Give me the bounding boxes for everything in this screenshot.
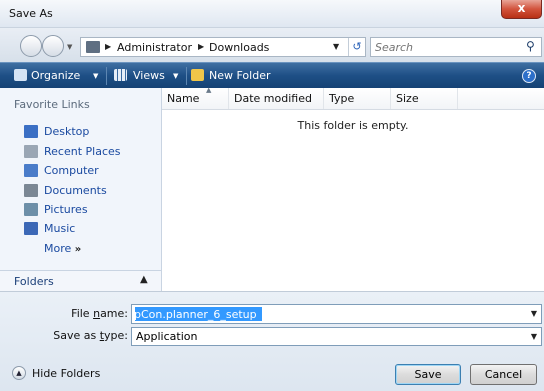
sidebar-item-label: Documents — [44, 184, 107, 197]
sidebar-item-computer[interactable]: Computer — [0, 161, 161, 181]
sidebar-item-documents[interactable]: Documents — [0, 181, 161, 201]
breadcrumb-arrow-icon[interactable]: ▶ — [198, 42, 204, 51]
more-link[interactable]: More » — [44, 242, 81, 255]
breadcrumb-arrow-icon[interactable]: ▶ — [105, 42, 111, 51]
views-dropdown-icon[interactable]: ▼ — [173, 72, 178, 80]
search-box[interactable]: ⚲ — [370, 37, 542, 57]
empty-folder-message: This folder is empty. — [297, 119, 409, 132]
organize-dropdown-icon[interactable]: ▼ — [93, 72, 98, 80]
forward-button[interactable] — [42, 35, 64, 57]
music-icon — [24, 222, 38, 235]
search-input[interactable] — [371, 38, 521, 56]
column-header-label: Type — [329, 92, 355, 105]
documents-icon — [24, 184, 38, 197]
chevron-up-icon: ▲ — [12, 366, 26, 380]
column-header-label: Name — [167, 92, 200, 105]
toolbar-separator — [106, 67, 107, 85]
save-as-type-label-suffix: ype: — [104, 329, 128, 342]
close-button[interactable]: x — [501, 0, 542, 19]
recent-places-icon — [24, 145, 38, 158]
views-button[interactable]: Views — [133, 69, 165, 82]
breadcrumb-administrator[interactable]: Administrator — [117, 41, 192, 54]
hide-folders-label: Hide Folders — [32, 367, 101, 380]
back-button[interactable] — [20, 35, 42, 57]
toolbar: Organize ▼ Views ▼ New Folder ? — [0, 62, 544, 88]
folder-icon — [86, 41, 100, 53]
sidebar-item-music[interactable]: Music — [0, 219, 161, 239]
organize-icon — [14, 69, 27, 81]
search-icon[interactable]: ⚲ — [526, 39, 535, 53]
more-chevron-icon: » — [74, 244, 82, 255]
toolbar-separator — [186, 67, 187, 85]
more-label: More — [44, 242, 72, 255]
sidebar-item-pictures[interactable]: Pictures — [0, 200, 161, 220]
column-header-type[interactable]: Type — [324, 88, 391, 109]
pictures-icon — [24, 203, 38, 216]
save-as-type-dropdown-icon[interactable]: ▼ — [531, 332, 537, 341]
sort-ascending-icon: ▲ — [206, 86, 212, 94]
file-name-label-suffix: ame: — [100, 307, 128, 320]
cancel-button[interactable]: Cancel — [470, 364, 537, 385]
desktop-icon — [24, 125, 38, 138]
favorite-links-heading: Favorite Links — [14, 98, 90, 111]
recent-pages-dropdown-icon[interactable]: ▼ — [67, 43, 72, 51]
refresh-icon[interactable]: ↺ — [348, 38, 365, 56]
new-folder-icon — [191, 69, 204, 81]
column-header-name[interactable]: Name ▲ — [162, 86, 229, 109]
column-header-row: Name ▲ Date modified Type Size — [162, 86, 544, 110]
address-bar[interactable]: ▶ Administrator ▶ Downloads ▼ ↺ — [80, 37, 366, 57]
save-as-type-label-prefix: Save as — [53, 329, 100, 342]
save-as-type-label: Save as type: — [30, 329, 128, 342]
sidebar-item-label: Music — [44, 222, 76, 235]
file-name-label-prefix: File — [71, 307, 94, 320]
column-header-label: Size — [396, 92, 419, 105]
file-name-input[interactable] — [134, 306, 514, 322]
navigation-pane: Favorite Links Desktop Recent Places Com… — [0, 88, 162, 291]
save-form: File name: ▼ Save as type: Application ▼… — [0, 291, 544, 391]
save-as-type-select[interactable]: Application ▼ — [131, 327, 542, 346]
file-list[interactable]: Name ▲ Date modified Type Size This fold… — [162, 86, 544, 291]
column-header-size[interactable]: Size — [391, 88, 458, 109]
breadcrumb-downloads[interactable]: Downloads — [209, 41, 269, 54]
file-name-dropdown-icon[interactable]: ▼ — [531, 309, 537, 318]
save-as-type-value: Application — [136, 330, 198, 343]
window-title: Save As — [9, 7, 53, 20]
computer-icon — [24, 164, 38, 177]
save-button[interactable]: Save — [395, 364, 461, 385]
sidebar-item-label: Pictures — [44, 203, 88, 216]
sidebar-item-label: Computer — [44, 164, 99, 177]
views-icon — [114, 69, 127, 81]
file-name-field[interactable]: ▼ — [131, 304, 542, 324]
new-folder-button[interactable]: New Folder — [209, 69, 270, 82]
address-row: ▼ ▶ Administrator ▶ Downloads ▼ ↺ ⚲ — [0, 28, 544, 62]
address-dropdown-icon[interactable]: ▼ — [333, 42, 339, 51]
file-name-label-key: n — [93, 307, 101, 320]
sidebar-item-recent-places[interactable]: Recent Places — [0, 142, 161, 162]
folders-label: Folders — [14, 275, 54, 288]
organize-button[interactable]: Organize — [31, 69, 80, 82]
chevron-up-icon[interactable]: ▲ — [140, 274, 148, 285]
sidebar-item-label: Desktop — [44, 125, 90, 138]
help-icon[interactable]: ? — [522, 69, 536, 83]
column-header-date-modified[interactable]: Date modified — [229, 88, 324, 109]
folders-bar[interactable]: Folders ▲ — [0, 270, 161, 291]
sidebar-item-label: Recent Places — [44, 145, 121, 158]
title-bar: Save As x — [0, 0, 544, 28]
column-header-label: Date modified — [234, 92, 312, 105]
sidebar-item-desktop[interactable]: Desktop — [0, 122, 161, 142]
file-name-label: File name: — [52, 307, 128, 320]
